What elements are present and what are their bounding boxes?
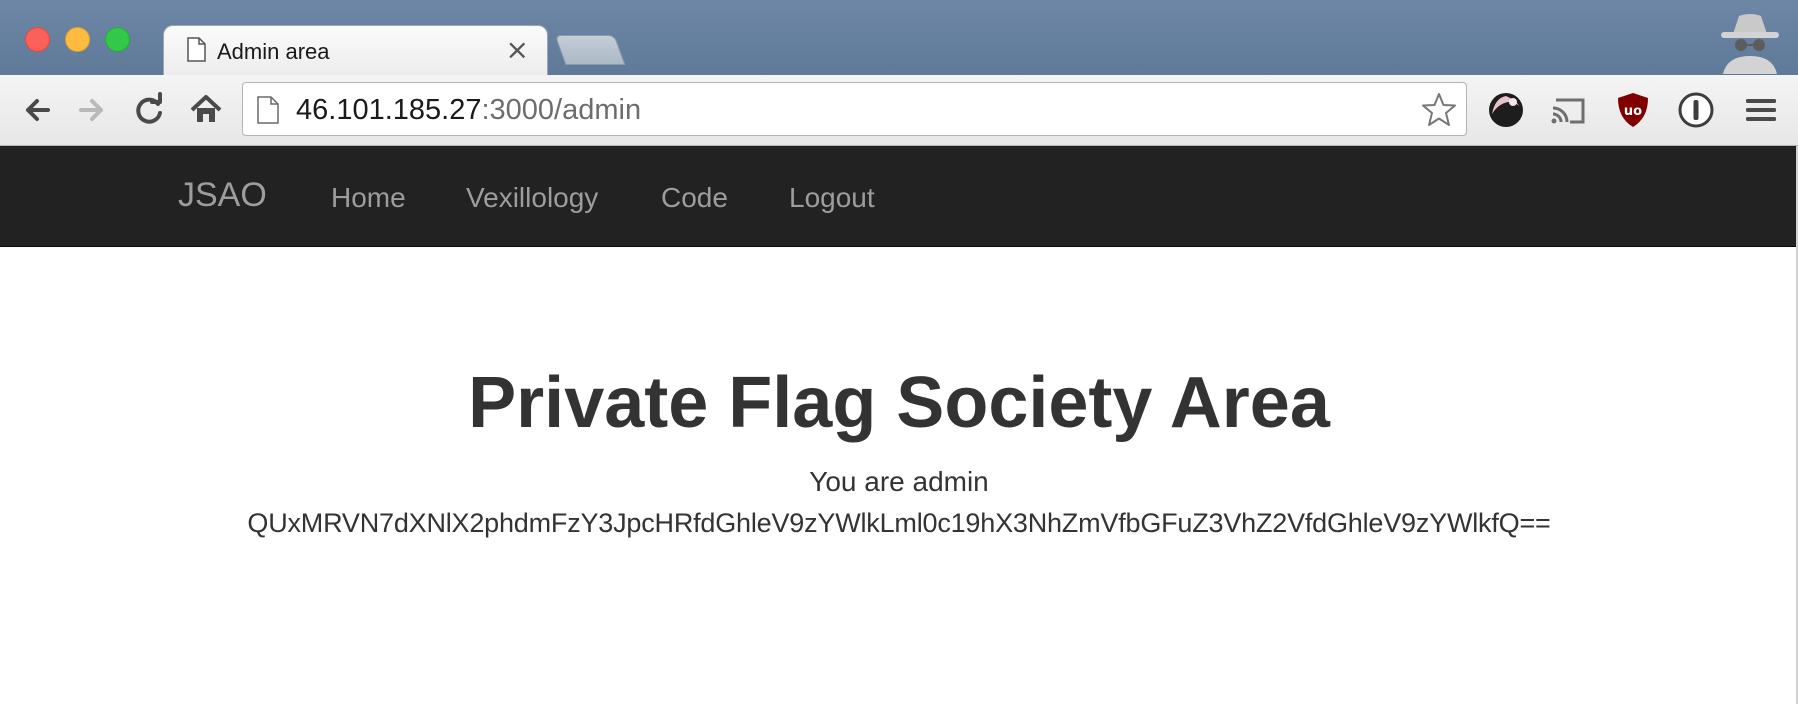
tab-title: Admin area xyxy=(217,39,330,64)
ublock-icon[interactable]: uo xyxy=(1613,90,1653,130)
cast-icon[interactable] xyxy=(1548,90,1588,130)
nav-link-home[interactable]: Home xyxy=(331,182,406,214)
close-window-button[interactable] xyxy=(25,27,50,52)
brand-link[interactable]: JSAO xyxy=(178,176,267,215)
nav-link-code[interactable]: Code xyxy=(661,182,728,214)
svg-text:uo: uo xyxy=(1624,104,1642,119)
onepassword-icon[interactable] xyxy=(1676,90,1716,130)
url-host: 46.101.185.27 xyxy=(296,94,482,126)
site-navbar: JSAO Home Vexillology Code Logout xyxy=(0,146,1798,247)
menu-icon[interactable] xyxy=(1741,90,1781,130)
reload-icon[interactable] xyxy=(129,90,169,130)
incognito-icon xyxy=(1721,14,1779,74)
nav-link-logout[interactable]: Logout xyxy=(789,182,875,214)
title-bar: Admin area × xyxy=(0,0,1798,77)
star-icon[interactable] xyxy=(1420,91,1458,129)
home-icon[interactable] xyxy=(186,90,226,130)
tab-close-icon[interactable]: × xyxy=(506,35,529,65)
encoded-flag-text: QUxMRVN7dXNlX2phdmFzY3JpcHRfdGhleV9zYWlk… xyxy=(247,508,1551,538)
page-icon xyxy=(187,37,206,62)
nav-link-vexillology[interactable]: Vexillology xyxy=(466,182,598,214)
url-path: :3000/admin xyxy=(481,94,642,126)
admin-status-text: You are admin xyxy=(809,466,989,497)
browser-toolbar: 46.101.185.27:3000/admin uo xyxy=(0,75,1798,146)
browser-tab[interactable]: Admin area × xyxy=(163,25,548,77)
back-arrow-icon[interactable] xyxy=(18,90,58,130)
new-tab-button[interactable] xyxy=(554,35,626,65)
minimize-window-button[interactable] xyxy=(65,27,90,52)
url-text: 46.101.185.27:3000/admin xyxy=(296,94,641,127)
maximize-window-button[interactable] xyxy=(105,27,130,52)
page-title: Private Flag Society Area xyxy=(468,363,1330,443)
address-bar[interactable]: 46.101.185.27:3000/admin xyxy=(242,82,1467,136)
extension-globe-icon[interactable] xyxy=(1486,90,1526,130)
forward-arrow-icon[interactable] xyxy=(71,90,111,130)
page-icon xyxy=(257,96,279,124)
